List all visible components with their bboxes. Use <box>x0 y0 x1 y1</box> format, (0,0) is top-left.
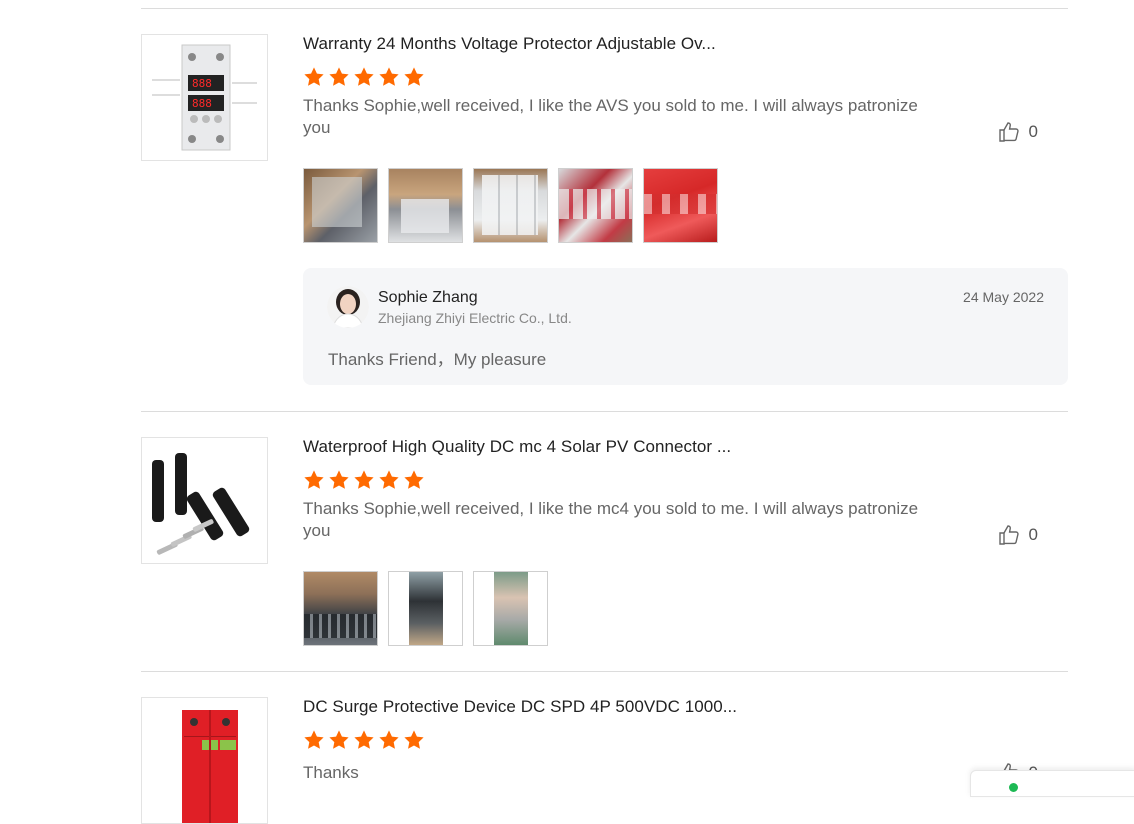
review-text: Thanks <box>303 763 359 782</box>
seller-reply: Sophie Zhang Zhejiang Zhiyi Electric Co.… <box>303 268 1068 385</box>
svg-text:888: 888 <box>192 97 212 110</box>
star-icon <box>379 470 399 489</box>
review-text: Thanks Sophie,well received, I like the … <box>303 499 919 540</box>
product-thumbnail[interactable] <box>141 697 268 824</box>
star-icon <box>329 730 349 749</box>
divider <box>141 8 1068 9</box>
chat-widget[interactable] <box>970 770 1134 797</box>
reply-message: Thanks Friend，My pleasure <box>328 350 547 369</box>
review-photo[interactable] <box>388 168 463 243</box>
star-icon <box>304 470 324 489</box>
product-thumbnail[interactable]: 888 888 <box>141 34 268 161</box>
product-thumbnail[interactable] <box>141 437 268 564</box>
star-icon <box>404 730 424 749</box>
review-photos <box>303 571 548 646</box>
online-status-dot <box>1009 783 1018 792</box>
reply-date: 24 May 2022 <box>963 289 1044 305</box>
review-photo[interactable] <box>473 571 548 646</box>
star-icon <box>404 67 424 86</box>
review-text: Thanks Sophie,well received, I like the … <box>303 96 918 137</box>
review-photo[interactable] <box>388 571 463 646</box>
seller-name: Sophie Zhang <box>378 289 478 306</box>
star-rating <box>303 729 425 751</box>
star-icon <box>354 67 374 86</box>
divider <box>141 411 1068 412</box>
like-button[interactable]: 0 <box>997 523 1038 547</box>
thumbs-up-icon <box>998 525 1019 545</box>
thumbs-up-icon <box>998 122 1019 142</box>
star-icon <box>329 67 349 86</box>
like-count: 0 <box>1028 122 1038 141</box>
product-title-link[interactable]: DC Surge Protective Device DC SPD 4P 500… <box>303 697 737 717</box>
star-icon <box>404 470 424 489</box>
product-title-link[interactable]: Waterproof High Quality DC mc 4 Solar PV… <box>303 437 731 457</box>
avatar <box>327 286 369 328</box>
review-item: 888 888 Warranty 24 Months Voltage Prote… <box>141 34 1068 386</box>
product-title-link[interactable]: Warranty 24 Months Voltage Protector Adj… <box>303 34 716 54</box>
review-photo[interactable] <box>643 168 718 243</box>
star-icon <box>379 67 399 86</box>
like-count: 0 <box>1028 525 1038 544</box>
star-icon <box>329 470 349 489</box>
svg-text:888: 888 <box>192 77 212 90</box>
star-icon <box>304 730 324 749</box>
star-icon <box>354 470 374 489</box>
review-item: DC Surge Protective Device DC SPD 4P 500… <box>141 697 1068 824</box>
seller-company: Zhejiang Zhiyi Electric Co., Ltd. <box>378 310 572 326</box>
review-item: Waterproof High Quality DC mc 4 Solar PV… <box>141 437 1068 649</box>
review-photo[interactable] <box>558 168 633 243</box>
star-icon <box>379 730 399 749</box>
like-button[interactable]: 0 <box>997 120 1038 144</box>
star-icon <box>304 67 324 86</box>
review-photo[interactable] <box>303 571 378 646</box>
review-photos <box>303 168 718 243</box>
star-rating <box>303 469 425 491</box>
review-photo[interactable] <box>473 168 548 243</box>
review-photo[interactable] <box>303 168 378 243</box>
star-rating <box>303 66 425 88</box>
star-icon <box>354 730 374 749</box>
divider <box>141 671 1068 672</box>
